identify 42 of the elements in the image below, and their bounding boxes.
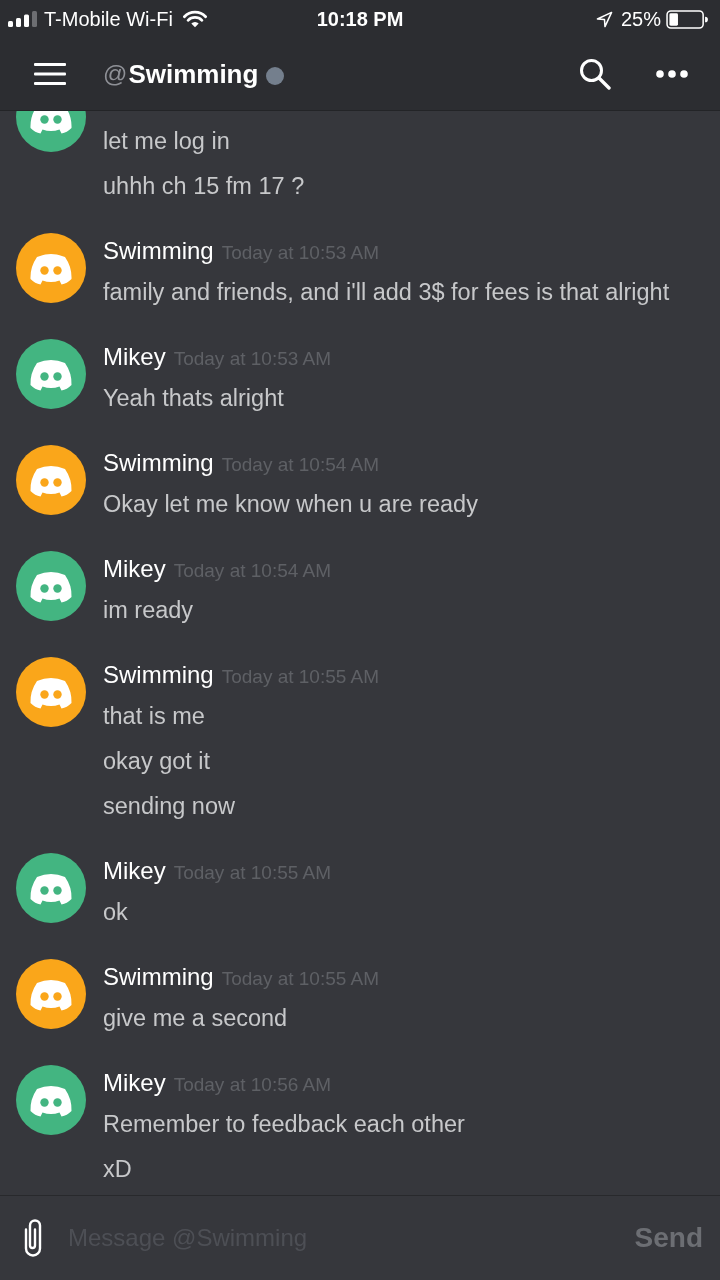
channel-title: Swimming (128, 58, 259, 90)
wifi-icon (182, 10, 207, 28)
author-name[interactable]: Swimming (103, 657, 214, 693)
message-text: let me log in (103, 126, 230, 156)
menu-icon[interactable] (34, 63, 66, 85)
avatar-icon[interactable] (16, 657, 86, 727)
avatar-icon[interactable] (16, 445, 86, 515)
author-name[interactable]: Mikey (103, 551, 166, 587)
message-text: Remember to feedback each other (103, 1109, 465, 1139)
message-text: that is me (103, 701, 205, 731)
message-text: sending now (103, 791, 235, 821)
message-text: family and friends, and i'll add 3$ for fees is that alright (103, 277, 670, 307)
dm-prefix: @ (103, 60, 128, 88)
attach-icon[interactable] (22, 1219, 44, 1257)
author-name[interactable]: Mikey (103, 339, 166, 375)
location-arrow-icon (595, 10, 613, 28)
message-text: Okay let me know when u are ready (103, 489, 478, 519)
search-icon[interactable] (579, 58, 611, 90)
avatar-icon[interactable] (16, 551, 86, 621)
battery-icon (666, 9, 708, 29)
avatar-icon[interactable] (16, 959, 86, 1029)
avatar-icon[interactable] (16, 1065, 86, 1135)
author-name[interactable]: Mikey (103, 853, 166, 889)
author-name[interactable]: Swimming (103, 445, 214, 481)
more-icon[interactable] (656, 70, 688, 78)
message-text: okay got it (103, 746, 211, 776)
battery-percentage: 25% (620, 7, 661, 31)
signal-icon (8, 11, 38, 27)
avatar-icon[interactable] (16, 853, 86, 923)
author-name[interactable]: Swimming (103, 959, 214, 995)
carrier-label: T-Mobile Wi-Fi (44, 7, 173, 31)
message-text: ok (103, 897, 128, 927)
message-text: xD (103, 1154, 132, 1184)
avatar-icon[interactable] (16, 233, 86, 303)
avatar-icon[interactable] (16, 339, 86, 409)
message-text: Yeah thats alright (103, 383, 284, 413)
message-text: uhhh ch 15 fm 17 ? (103, 171, 305, 201)
message-text: give me a second (103, 1003, 288, 1033)
message-text: im ready (103, 595, 194, 625)
author-name[interactable]: Mikey (103, 1065, 166, 1101)
author-name[interactable]: Swimming (103, 233, 214, 269)
clock: 10:18 PM (316, 7, 404, 31)
